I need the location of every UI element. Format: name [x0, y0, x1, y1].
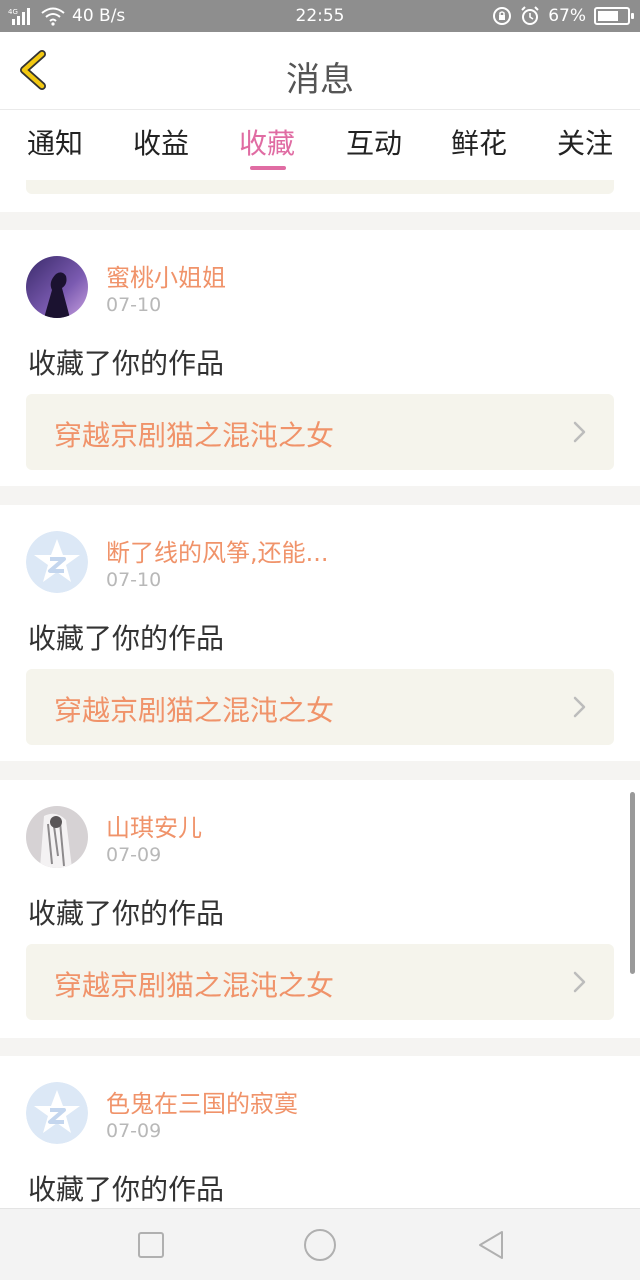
avatar[interactable]	[26, 531, 88, 593]
default-avatar-icon	[26, 1082, 88, 1144]
username[interactable]: 蜜桃小姐姐	[106, 258, 226, 293]
home-icon[interactable]	[302, 1227, 338, 1263]
work-title: 穿越京剧猫之混沌之女	[54, 969, 335, 1002]
chevron-right-icon	[573, 696, 586, 718]
username[interactable]: 山琪安儿	[106, 808, 202, 843]
list-item: 蜜桃小姐姐 07-10 收藏了你的作品 穿越京剧猫之混沌之女	[0, 230, 640, 486]
username[interactable]: 色鬼在三国的寂寞	[106, 1084, 298, 1119]
user-photo-icon	[26, 806, 88, 868]
scrollbar[interactable]	[630, 792, 635, 974]
message-list[interactable]: 蜜桃小姐姐 07-10 收藏了你的作品 穿越京剧猫之混沌之女 断了线的风筝,还能…	[0, 180, 640, 1208]
list-item: 山琪安儿 07-09 收藏了你的作品 穿越京剧猫之混沌之女	[0, 780, 640, 1038]
tab-follows[interactable]: 关注	[545, 122, 625, 162]
avatar[interactable]	[26, 806, 88, 868]
rotation-lock-icon	[493, 7, 512, 25]
system-nav-bar	[0, 1208, 640, 1280]
chevron-right-icon	[573, 421, 586, 443]
tab-flowers[interactable]: 鲜花	[439, 122, 519, 162]
avatar[interactable]	[26, 256, 88, 318]
user-photo-icon	[26, 256, 88, 318]
battery-icon	[594, 7, 634, 25]
work-link[interactable]: 穿越京剧猫之混沌之女	[26, 944, 614, 1020]
tab-favorites[interactable]: 收藏	[227, 122, 307, 162]
page-title: 消息	[286, 60, 354, 100]
alarm-icon	[521, 6, 539, 25]
status-right: 67%	[492, 6, 634, 26]
recent-apps-icon[interactable]	[135, 1229, 167, 1261]
action-text: 收藏了你的作品	[28, 622, 225, 655]
list-item: 色鬼在三国的寂寞 07-09 收藏了你的作品	[0, 1056, 640, 1208]
tab-earnings[interactable]: 收益	[121, 122, 201, 162]
date: 07-09	[106, 1120, 162, 1142]
status-bar: 4G 40 B/s 22:55 67%	[0, 0, 640, 32]
work-link[interactable]: 穿越京剧猫之混沌之女	[26, 669, 614, 745]
date: 07-09	[106, 844, 162, 866]
battery-percent: 67%	[548, 6, 586, 26]
action-text: 收藏了你的作品	[28, 897, 225, 930]
action-text: 收藏了你的作品	[28, 1173, 225, 1206]
username[interactable]: 断了线的风筝,还能...	[106, 533, 329, 568]
chevron-right-icon	[573, 971, 586, 993]
work-title: 穿越京剧猫之混沌之女	[54, 694, 335, 727]
action-text: 收藏了你的作品	[28, 347, 225, 380]
active-tab-indicator	[250, 166, 286, 170]
tab-bar: 通知 收益 收藏 互动 鲜花 关注	[0, 110, 640, 180]
avatar[interactable]	[26, 1082, 88, 1144]
tab-interactions[interactable]: 互动	[334, 122, 414, 162]
list-item-partial	[0, 180, 640, 212]
work-title: 穿越京剧猫之混沌之女	[54, 419, 335, 452]
work-box-partial	[26, 180, 614, 194]
tab-notifications[interactable]: 通知	[15, 122, 95, 162]
default-avatar-icon	[26, 531, 88, 593]
work-link[interactable]: 穿越京剧猫之混沌之女	[26, 394, 614, 470]
app-header: 消息	[0, 32, 640, 110]
date: 07-10	[106, 294, 162, 316]
back-triangle-icon[interactable]	[476, 1229, 508, 1261]
date: 07-10	[106, 569, 162, 591]
list-item: 断了线的风筝,还能... 07-10 收藏了你的作品 穿越京剧猫之混沌之女	[0, 505, 640, 761]
